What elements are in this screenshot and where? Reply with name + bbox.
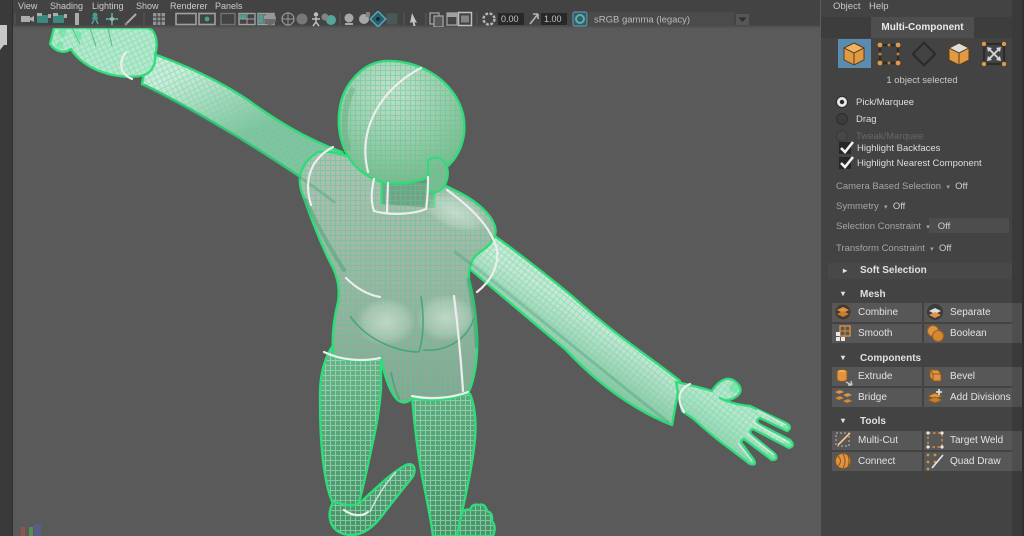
svg-text:0.00: 0.00: [501, 14, 519, 24]
svg-text:1.00: 1.00: [544, 14, 562, 24]
svg-text:sRGB gamma (legacy): sRGB gamma (legacy): [594, 15, 690, 26]
